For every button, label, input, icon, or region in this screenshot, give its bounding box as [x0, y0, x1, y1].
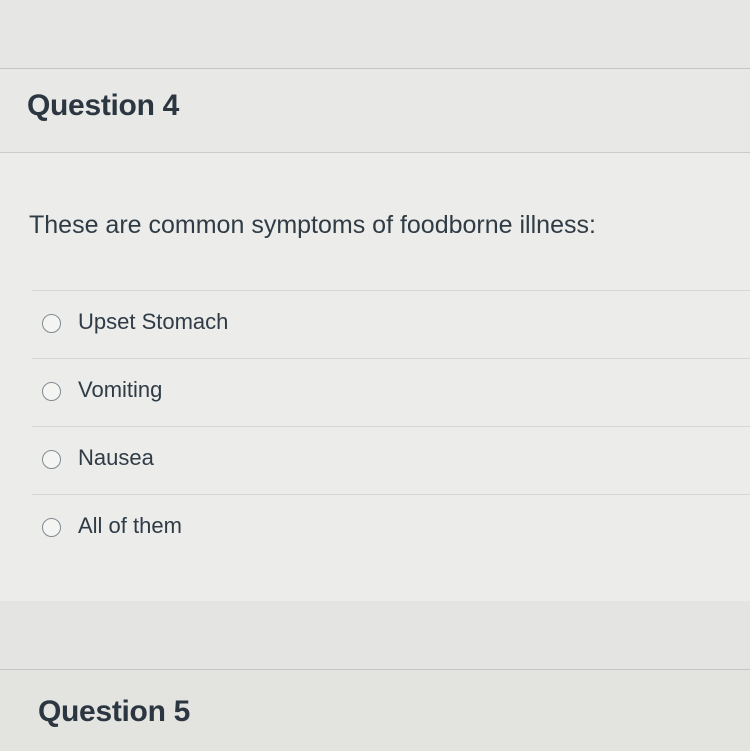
answer-vomiting[interactable]: Vomiting — [32, 358, 750, 426]
radio-all-of-them[interactable] — [42, 518, 61, 537]
question-4-header: Question 4 — [0, 69, 750, 153]
question-4-title: Question 4 — [27, 89, 180, 122]
answer-label: Vomiting — [78, 377, 163, 402]
question-5-card: Question 5 — [0, 669, 750, 751]
radio-nausea[interactable] — [42, 450, 61, 469]
answer-all-of-them[interactable]: All of them — [32, 494, 750, 562]
question-4-card: Question 4 These are common symptoms of … — [0, 68, 750, 602]
answer-label: Nausea — [78, 445, 154, 470]
answer-list: Upset Stomach Vomiting Nausea All of the… — [32, 290, 750, 562]
question-5-title: Question 5 — [38, 695, 191, 728]
answer-upset-stomach[interactable]: Upset Stomach — [32, 290, 750, 358]
answer-label: Upset Stomach — [78, 309, 229, 334]
question-4-text: These are common symptoms of foodborne i… — [29, 211, 596, 239]
answer-nausea[interactable]: Nausea — [32, 426, 750, 494]
radio-vomiting[interactable] — [42, 382, 61, 401]
top-margin — [0, 0, 750, 68]
question-gap — [0, 601, 750, 669]
answer-label: All of them — [78, 513, 182, 538]
radio-upset-stomach[interactable] — [42, 314, 61, 333]
